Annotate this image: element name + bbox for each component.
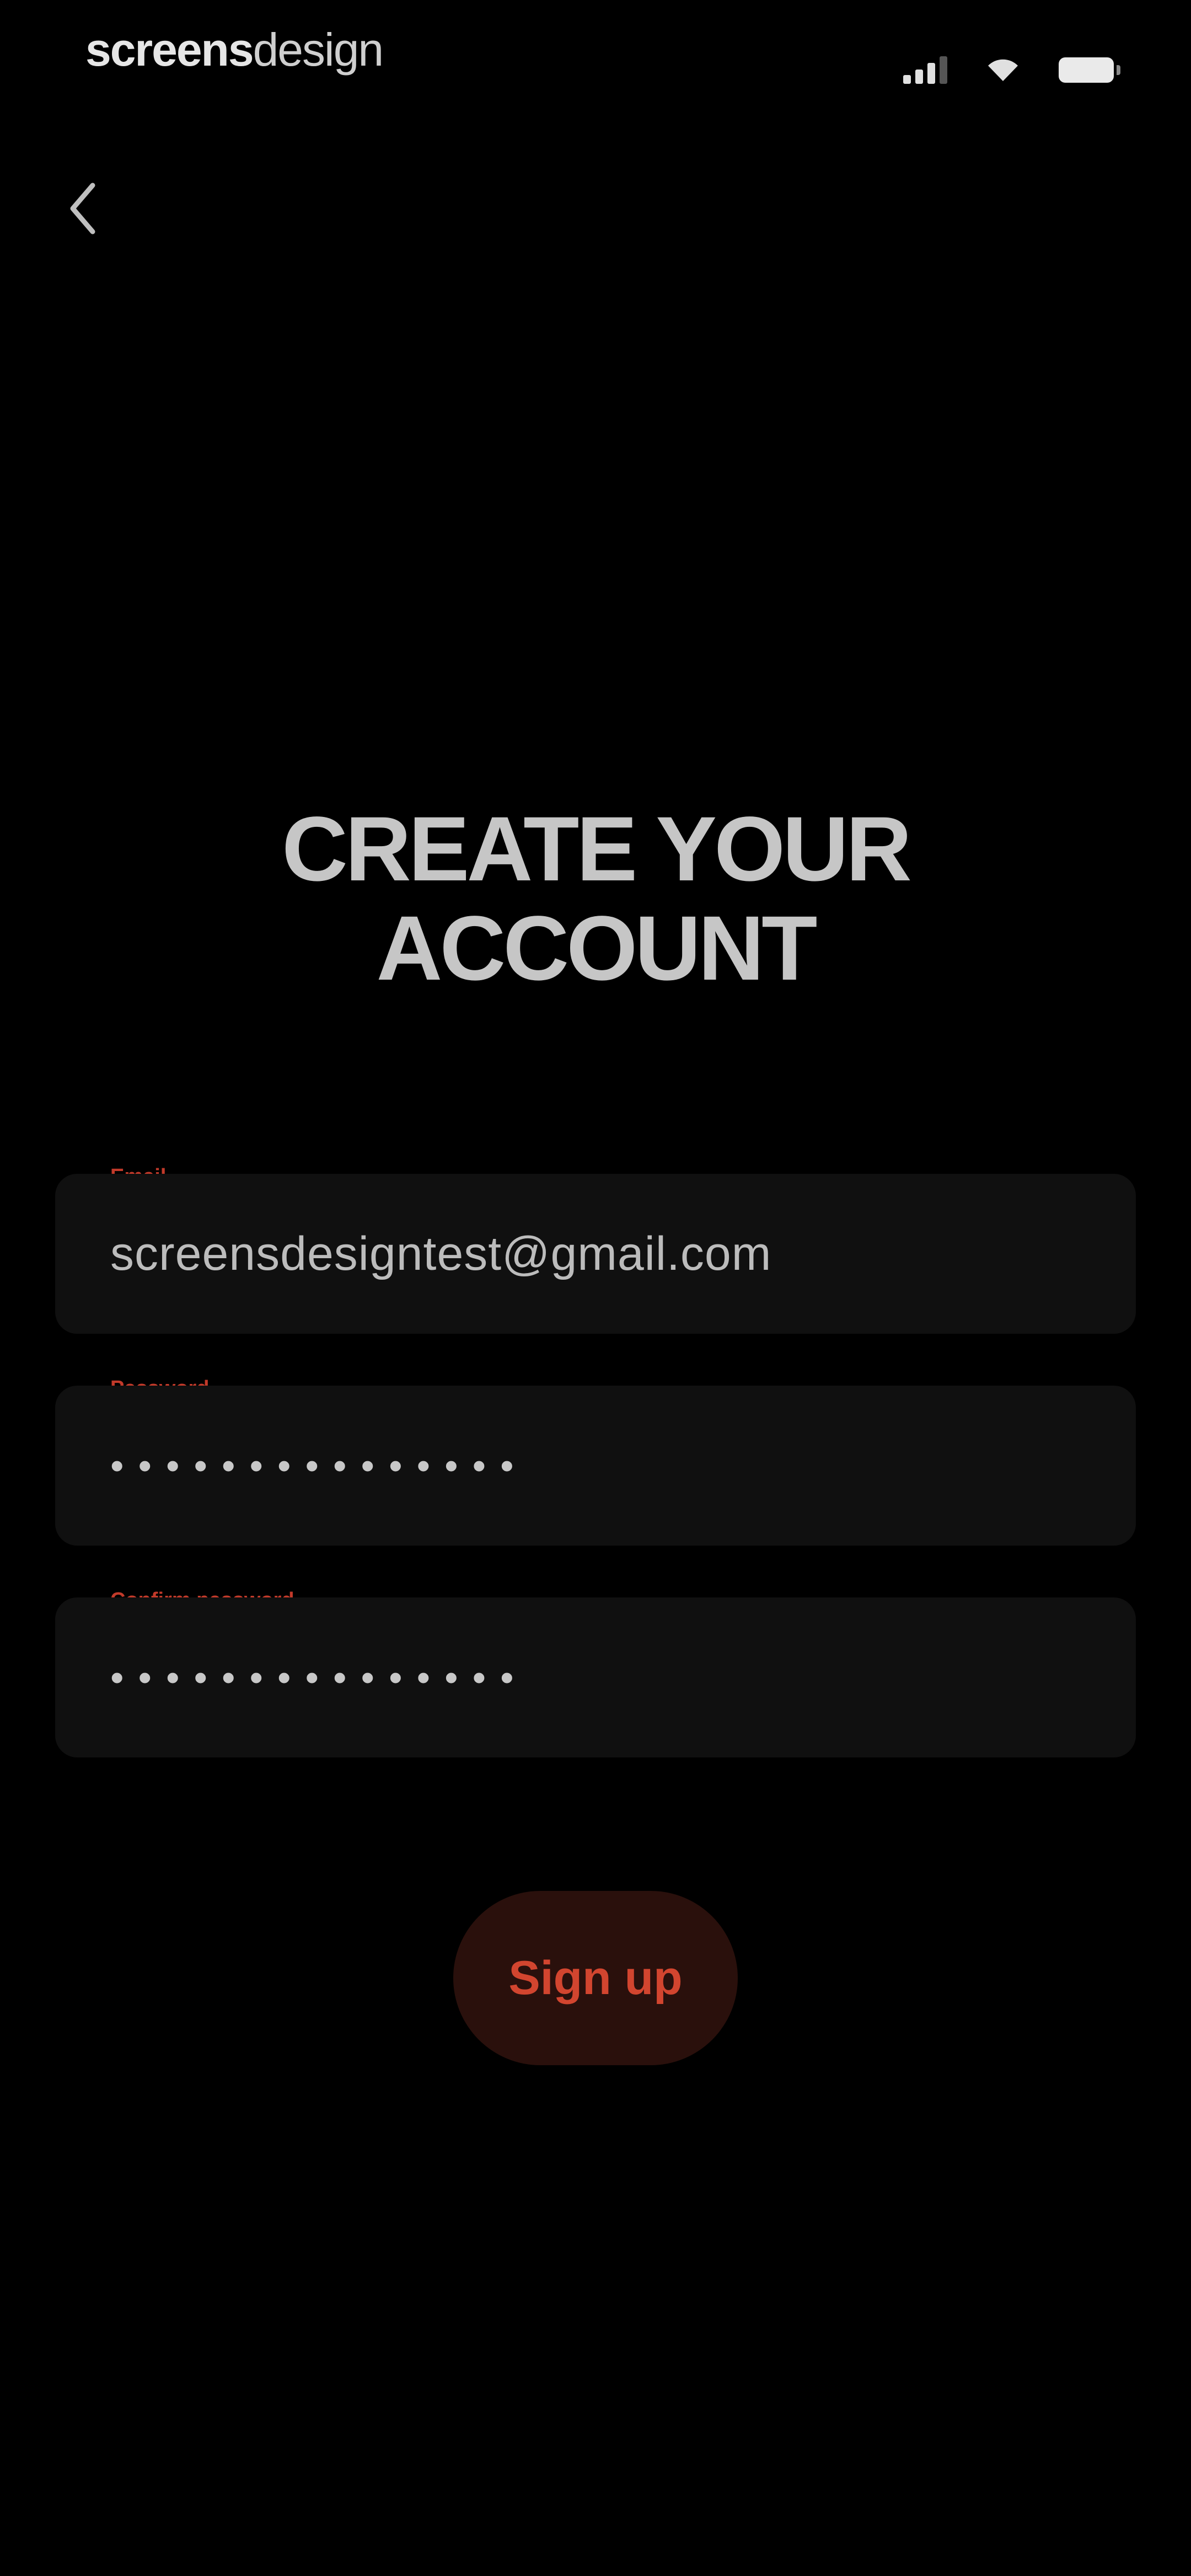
system-icons [903,51,1120,89]
password-field[interactable]: ••••••••••••••• [55,1386,1136,1546]
page-title: CREATE YOUR ACCOUNT [0,800,1191,998]
page-title-line-1: CREATE YOUR [282,798,912,900]
password-value: ••••••••••••••• [110,1444,528,1487]
page-title-line-2: ACCOUNT [376,897,818,1000]
chevron-left-icon [66,181,99,239]
cellular-signal-icon [903,56,947,84]
email-value: screensdesigntest@gmail.com [110,1227,772,1280]
back-button[interactable] [61,177,105,243]
status-bar: screensdesign [0,0,1191,121]
signup-button[interactable]: Sign up [453,1891,738,2065]
confirm-password-field[interactable]: ••••••••••••••• [55,1597,1136,1757]
wifi-icon [986,56,1020,85]
brand-logo-bold: screens [85,24,254,76]
brand-logo: screensdesign [85,24,384,76]
confirm-password-value: ••••••••••••••• [110,1656,528,1699]
battery-icon [1059,57,1120,83]
brand-logo-light: design [253,24,384,76]
email-field[interactable]: screensdesigntest@gmail.com [55,1174,1136,1334]
